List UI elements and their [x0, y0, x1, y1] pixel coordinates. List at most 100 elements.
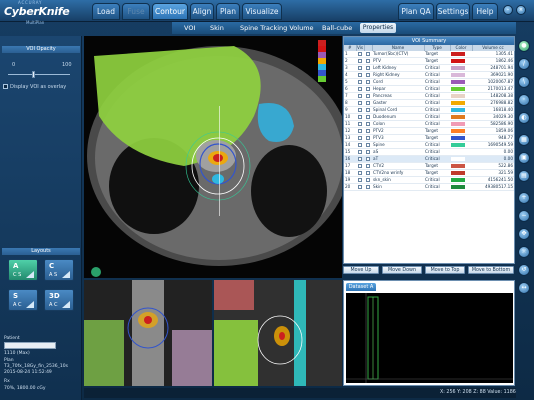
voi-select-checkbox[interactable]	[366, 143, 370, 147]
zoom-out-icon[interactable]: −	[518, 210, 530, 222]
close-icon[interactable]: ×	[516, 5, 526, 15]
voi-table-row[interactable]: 18 CTV2no wrinfy Target 321.59	[344, 169, 514, 177]
properties-button[interactable]: Properties	[360, 23, 396, 33]
voi-color-swatch[interactable]	[451, 59, 465, 63]
voi-select-checkbox[interactable]	[366, 80, 370, 84]
voi-select-checkbox[interactable]	[366, 66, 370, 70]
voi-color-swatch[interactable]	[451, 52, 465, 56]
interpolate-icon[interactable]: ▤	[518, 170, 530, 182]
voi-visible-checkbox[interactable]	[358, 66, 362, 70]
voi-select-checkbox[interactable]	[366, 122, 370, 126]
voi-select-checkbox[interactable]	[366, 185, 370, 189]
tab-help[interactable]: Help	[472, 3, 498, 20]
voi-select-checkbox[interactable]	[366, 164, 370, 168]
voi-color-swatch[interactable]	[451, 171, 465, 175]
voi-table-row[interactable]: 9 Spinal Cord Critical 16818.40	[344, 106, 514, 114]
voi-table-row[interactable]: 20 Skin Critical 49380517.15	[344, 183, 514, 191]
voi-color-swatch[interactable]	[451, 94, 465, 98]
voi-table-row[interactable]: 3 Left Kidney Critical 248701.94	[344, 64, 514, 72]
voi-visible-checkbox[interactable]	[358, 108, 362, 112]
pen-tool-icon[interactable]: /	[518, 58, 530, 70]
voi-select-checkbox[interactable]	[366, 157, 370, 161]
subtab-skin[interactable]: Skin	[210, 24, 224, 32]
voi-visible-checkbox[interactable]	[358, 52, 362, 56]
voi-select-checkbox[interactable]	[366, 129, 370, 133]
subtab-ball-cube[interactable]: Ball-cube	[322, 24, 352, 32]
sagittal-ct-view[interactable]	[214, 280, 342, 386]
voi-color-swatch[interactable]	[451, 178, 465, 182]
tab-settings[interactable]: Settings	[436, 3, 470, 20]
voi-table-row[interactable]: 5 Cord Critical 1020067.87	[344, 78, 514, 86]
dose-volume-graph[interactable]	[346, 293, 513, 383]
voi-table-row[interactable]: 16 aT Critical 0.00	[344, 155, 514, 163]
zoom-in-icon[interactable]: +	[518, 192, 530, 204]
layout-3d-button[interactable]: 3D A C	[44, 289, 74, 311]
move-to-top-button[interactable]: Move to Top	[425, 266, 465, 274]
voi-visible-checkbox[interactable]	[358, 164, 362, 168]
voi-visible-checkbox[interactable]	[358, 73, 362, 77]
voi-select-checkbox[interactable]	[366, 101, 370, 105]
voi-table-row[interactable]: 6 Hepar Critical 2170013.47	[344, 85, 514, 93]
voi-visible-checkbox[interactable]	[358, 136, 362, 140]
tab-contour[interactable]: Contour	[152, 3, 188, 20]
voi-select-checkbox[interactable]	[366, 94, 370, 98]
voi-visible-checkbox[interactable]	[358, 122, 362, 126]
axial-ct-view[interactable]	[84, 36, 342, 278]
voi-visible-checkbox[interactable]	[358, 157, 362, 161]
coronal-ct-view[interactable]	[84, 280, 212, 386]
voi-color-swatch[interactable]	[451, 157, 465, 161]
voi-table-row[interactable]: 19 skn_skin Critical 4156241.50	[344, 176, 514, 184]
voi-select-checkbox[interactable]	[366, 115, 370, 119]
voi-color-swatch[interactable]	[451, 115, 465, 119]
voi-visible-checkbox[interactable]	[358, 115, 362, 119]
voi-select-checkbox[interactable]	[366, 73, 370, 77]
brush-tool-icon[interactable]: \	[518, 76, 530, 88]
voi-color-swatch[interactable]	[451, 80, 465, 84]
voi-select-checkbox[interactable]	[366, 87, 370, 91]
voi-color-swatch[interactable]	[451, 108, 465, 112]
voi-color-swatch[interactable]	[451, 164, 465, 168]
voi-table-row[interactable]: 10 Duodenum Critical 34029.30	[344, 113, 514, 121]
subtab-spine-tracking-volume[interactable]: Spine Tracking Volume	[240, 24, 314, 32]
voi-color-swatch[interactable]	[451, 129, 465, 133]
voi-select-checkbox[interactable]	[366, 171, 370, 175]
voi-visible-checkbox[interactable]	[358, 59, 362, 63]
voi-select-checkbox[interactable]	[366, 136, 370, 140]
voi-visible-checkbox[interactable]	[358, 94, 362, 98]
voi-color-swatch[interactable]	[451, 101, 465, 105]
voi-visible-checkbox[interactable]	[358, 80, 362, 84]
opacity-slider-track[interactable]	[8, 74, 70, 75]
overlay-checkbox[interactable]	[3, 84, 8, 89]
voi-table-row[interactable]: 12 PTV2 Target 1859.06	[344, 127, 514, 135]
move-down-button[interactable]: Move Down	[382, 266, 422, 274]
voi-table-row[interactable]: 4 Right Kidney Critical 369021.90	[344, 71, 514, 79]
layout-axial-button[interactable]: A C S	[8, 259, 38, 281]
voi-visible-checkbox[interactable]	[358, 129, 362, 133]
voi-visible-checkbox[interactable]	[358, 171, 362, 175]
move-up-button[interactable]: Move Up	[343, 266, 379, 274]
voi-visible-checkbox[interactable]	[358, 150, 362, 154]
voi-visible-checkbox[interactable]	[358, 185, 362, 189]
eraser-tool-icon[interactable]: ◦	[518, 94, 530, 106]
voi-table-row[interactable]: 11 Colon Critical 582586.90	[344, 120, 514, 128]
voi-visible-checkbox[interactable]	[358, 87, 362, 91]
tab-align[interactable]: Align	[190, 3, 214, 20]
voi-select-checkbox[interactable]	[366, 108, 370, 112]
contrast-tool-icon[interactable]: ◐	[518, 112, 530, 124]
voi-color-swatch[interactable]	[451, 66, 465, 70]
voi-color-swatch[interactable]	[451, 185, 465, 189]
dataset-a-tab[interactable]: Dataset A	[346, 283, 376, 291]
voi-table-row[interactable]: 7 Pancreas Critical 148208.38	[344, 92, 514, 100]
opacity-slider-handle[interactable]	[32, 71, 36, 78]
voi-visible-checkbox[interactable]	[358, 143, 362, 147]
copy-contour-icon[interactable]: ▣	[518, 152, 530, 164]
voi-select-checkbox[interactable]	[366, 150, 370, 154]
voi-color-swatch[interactable]	[451, 150, 465, 154]
tab-fuse[interactable]: Fuse	[122, 3, 150, 20]
tab-visualize[interactable]: Visualize	[242, 3, 282, 20]
tab-load[interactable]: Load	[92, 3, 120, 20]
voi-color-swatch[interactable]	[451, 136, 465, 140]
voi-table-row[interactable]: 13 PTV3 Target 948.77	[344, 134, 514, 142]
tab-plan[interactable]: Plan	[216, 3, 240, 20]
voi-select-checkbox[interactable]	[366, 52, 370, 56]
